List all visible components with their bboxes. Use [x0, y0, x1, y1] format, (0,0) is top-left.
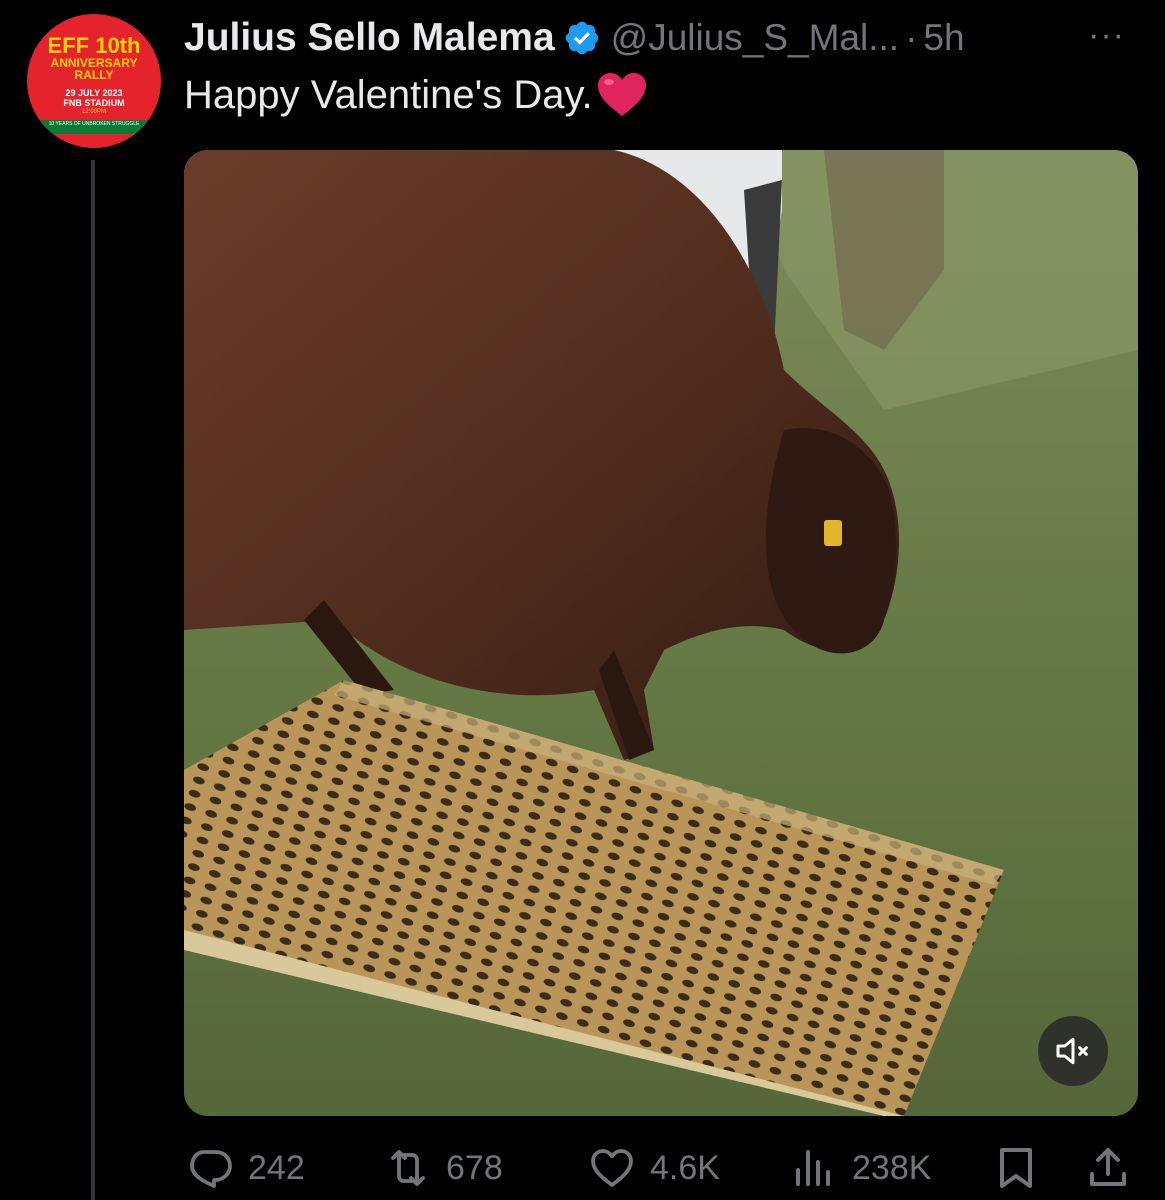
avatar-line-6: 12:00PM [81, 108, 106, 115]
repost-icon [391, 1150, 425, 1186]
avatar-line-3: RALLY [74, 67, 114, 82]
views-icon [796, 1150, 830, 1186]
share-button[interactable] [1084, 1140, 1146, 1196]
avatar-line-2: ANNIVERSARY [50, 55, 138, 70]
repost-button[interactable]: 678 [384, 1140, 503, 1196]
views-button[interactable]: 238K [790, 1140, 931, 1196]
bookmark-button[interactable] [992, 1140, 1054, 1196]
share-icon [1090, 1148, 1126, 1186]
tweet-text: Happy Valentine's Day. [184, 70, 649, 120]
thread-line [91, 160, 95, 1200]
avatar-line-4: 29 JULY 2023 [65, 87, 123, 98]
like-icon [591, 1149, 633, 1187]
views-count: 238K [852, 1148, 932, 1187]
reply-count: 242 [248, 1148, 305, 1187]
author-handle[interactable]: @Julius_S_Mal... [611, 17, 899, 59]
like-count: 4.6K [650, 1148, 720, 1187]
reply-icon [190, 1150, 232, 1188]
tweet-text-content: Happy Valentine's Day. [184, 72, 593, 117]
video-frame [184, 150, 1138, 1116]
avatar-line-1: EFF 10th [47, 32, 141, 58]
avatar[interactable]: EFF 10th ANNIVERSARY RALLY 29 JULY 2023 … [27, 14, 161, 148]
tweet-actions: 242 678 4.6K 238K [184, 1140, 1138, 1196]
more-icon[interactable]: ··· [1088, 16, 1125, 55]
verified-badge-icon [565, 21, 598, 55]
tweet-header: Julius Sello Malema @Julius_S_Mal... · 5… [184, 14, 965, 62]
reply-button[interactable]: 242 [186, 1140, 305, 1196]
timestamp[interactable]: 5h [923, 17, 964, 59]
mute-button[interactable] [1038, 1016, 1108, 1086]
repost-count: 678 [446, 1148, 503, 1187]
video-player[interactable] [184, 150, 1138, 1116]
mute-icon [1056, 1037, 1088, 1065]
separator-dot: · [905, 17, 918, 58]
avatar-band: 10 YEARS OF UNBROKEN STRUGGLE [27, 119, 161, 134]
bookmark-icon [1000, 1148, 1032, 1188]
author-name[interactable]: Julius Sello Malema [184, 16, 555, 60]
heart-emoji-icon [597, 73, 646, 116]
avatar-line-5: FNB STADIUM [63, 97, 125, 108]
like-button[interactable]: 4.6K [588, 1140, 720, 1196]
